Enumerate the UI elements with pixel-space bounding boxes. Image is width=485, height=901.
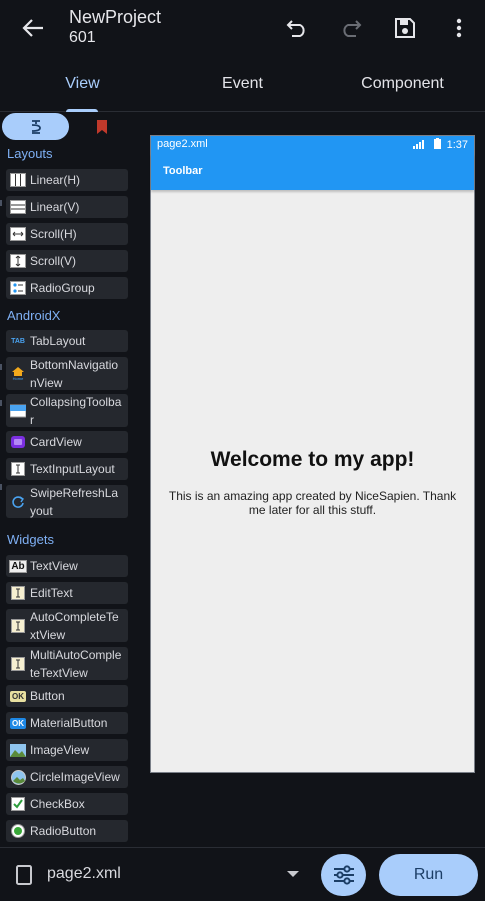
tab-layout-icon: TAB	[11, 337, 25, 345]
palette-item-materialbutton[interactable]: OK MaterialButton	[6, 712, 128, 734]
editor-tabs: View Event Component	[0, 56, 485, 112]
tab-component[interactable]: Component	[320, 56, 485, 112]
text-view-icon: Ab	[9, 559, 27, 573]
palette-item-collapsingtoolbar[interactable]: CollapsingToolbar	[6, 394, 128, 427]
preview-status-bar: page2.xml 1:37	[151, 136, 474, 154]
palette-icon	[31, 119, 41, 134]
circle-image-view-icon	[10, 769, 26, 785]
palette-widgets-tab[interactable]	[2, 113, 69, 140]
linear-horizontal-icon	[10, 172, 26, 188]
radio-group-icon	[10, 280, 26, 296]
palette-item-textview[interactable]: Ab TextView	[6, 555, 128, 577]
more-vert-icon[interactable]	[443, 12, 475, 44]
palette-item-scroll-v[interactable]: Scroll(V)	[6, 250, 128, 272]
tab-event[interactable]: Event	[165, 56, 320, 112]
checkbox-icon	[10, 796, 26, 812]
redo-icon[interactable]	[335, 12, 367, 44]
project-title: NewProject	[69, 7, 162, 27]
bottom-bar: page2.xml Run	[0, 847, 485, 901]
status-indicators: 1:37	[413, 138, 468, 151]
palette-item-edittext[interactable]: EditText	[6, 582, 128, 604]
image-view-icon	[10, 742, 26, 758]
collapsing-toolbar-icon	[10, 403, 26, 419]
palette-item-bottomnavigationview[interactable]: Home BottomNavigationView	[6, 357, 128, 390]
material-button-icon: OK	[10, 717, 26, 729]
file-selector[interactable]: page2.xml	[47, 865, 121, 883]
run-button[interactable]: Run	[379, 854, 478, 896]
battery-icon	[433, 138, 441, 149]
preview-heading[interactable]: Welcome to my app!	[151, 448, 474, 472]
scroll-edge-marker	[0, 364, 2, 370]
palette-item-radiogroup[interactable]: RadioGroup	[6, 277, 128, 299]
radio-button-icon	[10, 823, 26, 839]
section-androidx: AndroidX	[7, 308, 61, 323]
text-input-layout-icon	[10, 461, 26, 477]
file-icon	[15, 864, 33, 886]
tab-view[interactable]: View	[0, 56, 165, 112]
palette-item-cardview[interactable]: CardView	[6, 431, 128, 453]
card-view-icon	[10, 434, 26, 450]
undo-icon[interactable]	[281, 12, 313, 44]
scroll-edge-marker	[0, 200, 2, 206]
bookmark-icon[interactable]	[93, 118, 111, 136]
palette-item-checkbox[interactable]: CheckBox	[6, 793, 128, 815]
bottom-navigation-icon: Home	[10, 366, 26, 382]
app-bar: NewProject 601	[0, 0, 485, 56]
signal-icon	[413, 140, 425, 149]
button-icon: OK	[10, 690, 26, 702]
section-widgets: Widgets	[7, 532, 54, 547]
palette-item-circleimageview[interactable]: CircleImageView	[6, 766, 128, 788]
scroll-horizontal-icon	[10, 226, 26, 242]
project-id: 601	[69, 29, 96, 46]
preview-toolbar[interactable]: Toolbar	[151, 154, 474, 190]
scroll-vertical-icon	[10, 253, 26, 269]
edit-text-icon	[10, 585, 26, 601]
tune-icon	[333, 865, 354, 885]
scroll-edge-marker	[0, 400, 2, 406]
palette-item-linear-h[interactable]: Linear(H)	[6, 169, 128, 191]
palette-item-linear-v[interactable]: Linear(V)	[6, 196, 128, 218]
status-time: 1:37	[446, 139, 468, 151]
palette-item-button[interactable]: OK Button	[6, 685, 128, 707]
multi-autocomplete-icon	[10, 656, 26, 672]
section-layouts: Layouts	[7, 146, 53, 161]
linear-vertical-icon	[10, 199, 26, 215]
preview-toolbar-title: Toolbar	[163, 165, 203, 177]
palette-item-swiperefreshlayout[interactable]: SwipeRefreshLayout	[6, 485, 128, 518]
palette-item-multiautocompletetextview[interactable]: MultiAutoCompleteTextView	[6, 647, 128, 680]
palette-item-radiobutton[interactable]: RadioButton	[6, 820, 128, 842]
scroll-edge-marker	[0, 484, 2, 490]
back-arrow-icon[interactable]	[18, 14, 48, 42]
swipe-refresh-icon	[10, 494, 26, 510]
palette-item-autocompletetextview[interactable]: AutoCompleteTextView	[6, 609, 128, 642]
palette-item-textinputlayout[interactable]: TextInputLayout	[6, 458, 128, 480]
preview-body-text[interactable]: This is an amazing app created by NiceSa…	[167, 489, 458, 517]
preview-file-name: page2.xml	[157, 138, 208, 150]
palette-item-tablayout[interactable]: TAB TabLayout	[6, 330, 128, 352]
properties-button[interactable]	[321, 854, 366, 896]
save-icon[interactable]	[389, 12, 421, 44]
palette-item-scroll-h[interactable]: Scroll(H)	[6, 223, 128, 245]
layout-preview[interactable]: page2.xml 1:37 Toolbar Welcome to my app…	[150, 135, 475, 773]
palette-item-imageview[interactable]: ImageView	[6, 739, 128, 761]
widget-palette: Layouts Linear(H) Linear(V) Scroll(H) Sc…	[0, 112, 136, 847]
chevron-down-icon[interactable]	[287, 871, 299, 877]
autocomplete-icon	[10, 618, 26, 634]
